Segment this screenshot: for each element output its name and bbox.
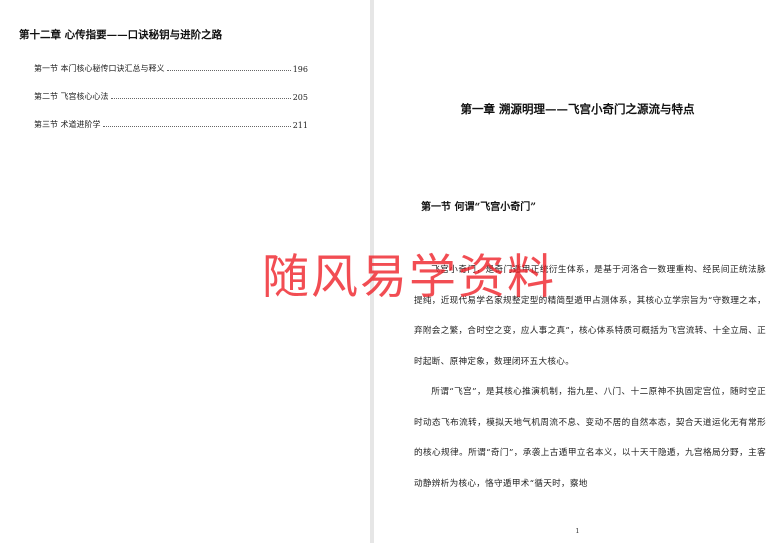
toc-leader-dots bbox=[166, 70, 291, 71]
page-number: 1 bbox=[575, 527, 580, 535]
body-text: 飞宫小奇门，是奇门遁甲正统衍生体系，是基于河洛合一数理重构、经民间正统法脉提纯，… bbox=[414, 255, 766, 499]
toc-entry[interactable]: 第一节 本门核心秘传口诀汇总与释义 196 bbox=[34, 60, 308, 74]
toc-entry-title: 第二节 飞宫核心心法 bbox=[34, 92, 109, 101]
toc-entry-page: 196 bbox=[292, 65, 308, 74]
right-page: 第一章 溯源明理——飞宫小奇门之源流与特点 第一节 何谓“飞宫小奇门” 飞宫小奇… bbox=[374, 0, 781, 543]
toc-entry[interactable]: 第二节 飞宫核心心法 205 bbox=[34, 88, 308, 102]
toc-entry-page: 205 bbox=[292, 93, 308, 102]
section-title: 第一节 何谓“飞宫小奇门” bbox=[421, 202, 536, 213]
body-paragraph: 飞宫小奇门，是奇门遁甲正统衍生体系，是基于河洛合一数理重构、经民间正统法脉提纯，… bbox=[414, 265, 766, 367]
chapter-title: 第一章 溯源明理——飞宫小奇门之源流与特点 bbox=[460, 102, 695, 116]
toc-entry-page: 211 bbox=[292, 121, 308, 130]
toc-leader-dots bbox=[110, 98, 291, 99]
toc-entry-title: 第三节 术道进阶学 bbox=[34, 120, 101, 129]
toc-entry[interactable]: 第三节 术道进阶学 211 bbox=[34, 116, 308, 130]
body-paragraph: 所谓“飞宫”，是其核心推演机制，指九星、八门、十二原神不执固定宫位，随时空正时动… bbox=[414, 387, 766, 489]
toc-entry-title: 第一节 本门核心秘传口诀汇总与释义 bbox=[34, 64, 165, 73]
left-page: 第十二章 心传指要——口诀秘钥与进阶之路 第一节 本门核心秘传口诀汇总与释义 1… bbox=[0, 0, 370, 543]
toc-leader-dots bbox=[102, 126, 291, 127]
toc-heading: 第十二章 心传指要——口诀秘钥与进阶之路 bbox=[19, 29, 223, 41]
